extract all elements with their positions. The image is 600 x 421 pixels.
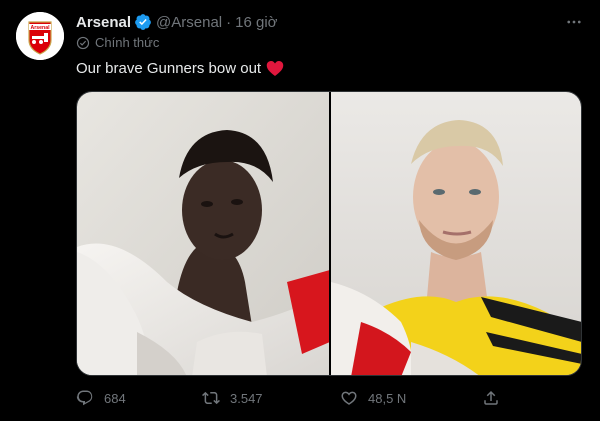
tweet-media[interactable]: [76, 91, 582, 376]
official-check-icon: [76, 36, 90, 49]
like-button[interactable]: 48,5 N: [340, 386, 406, 410]
retweet-icon: [202, 391, 220, 405]
tweet-card[interactable]: Arsenal Arsenal @Arsenal · 16 giờ Chính …: [0, 0, 600, 421]
retweet-button[interactable]: 3.547: [202, 386, 263, 410]
reply-count: 684: [104, 390, 126, 406]
avatar[interactable]: Arsenal: [16, 12, 64, 60]
tweet-header: Arsenal @Arsenal · 16 giờ: [76, 12, 278, 32]
official-label: Chính thức: [76, 35, 159, 50]
separator-dot: ·: [226, 13, 232, 31]
red-heart-emoji-icon: [266, 60, 284, 77]
photo-goalkeeper-yellow-kit[interactable]: [331, 92, 581, 375]
reply-icon: [76, 390, 93, 406]
author-name[interactable]: Arsenal: [76, 14, 131, 31]
more-icon[interactable]: [560, 8, 588, 36]
timestamp[interactable]: 16 giờ: [235, 14, 277, 31]
like-count: 48,5 N: [368, 390, 407, 406]
svg-text:Arsenal: Arsenal: [30, 25, 50, 31]
share-button[interactable]: [482, 386, 510, 410]
retweet-count: 3.547: [230, 390, 263, 406]
tweet-actions: 684 3.547 48,5 N: [76, 386, 506, 410]
tweet-text: Our brave Gunners bow out: [76, 60, 284, 77]
arsenal-crest-logo: Arsenal: [16, 12, 64, 60]
verified-badge-icon: [134, 13, 152, 31]
author-handle[interactable]: @Arsenal: [156, 14, 222, 31]
official-text: Chính thức: [95, 35, 160, 50]
tweet-text-content: Our brave Gunners bow out: [76, 60, 262, 77]
share-icon: [484, 390, 498, 405]
heart-icon: [341, 391, 357, 405]
photo-player-white-flag[interactable]: [77, 92, 329, 375]
reply-button[interactable]: 684: [76, 386, 126, 410]
